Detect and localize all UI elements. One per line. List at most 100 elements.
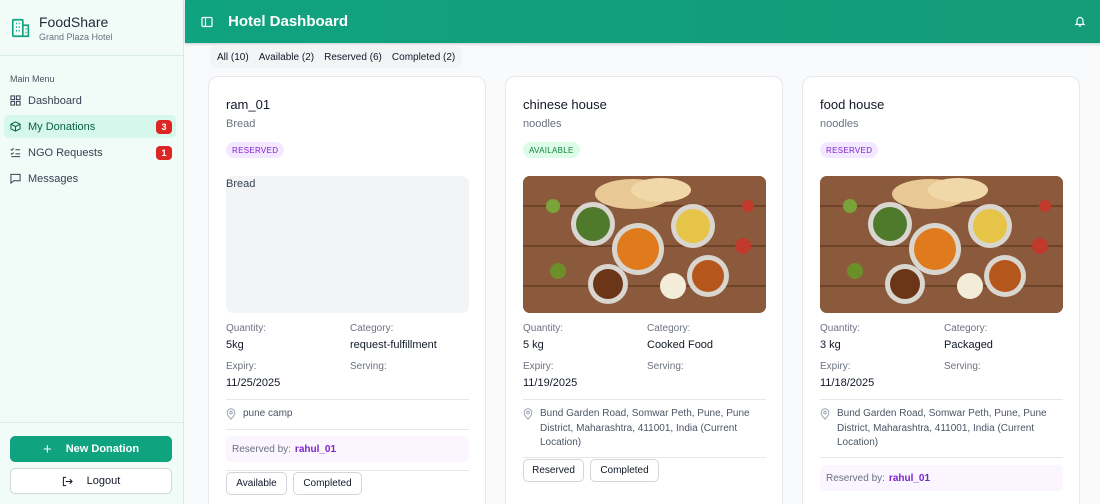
reserved-by-label: Reserved by:: [232, 443, 291, 455]
plus-icon: +: [42, 440, 52, 458]
mark-reserved-button[interactable]: Reserved: [523, 459, 584, 482]
location-text: pune camp: [243, 408, 293, 419]
donation-image: [523, 176, 766, 313]
serving-label: Serving:: [944, 361, 981, 372]
donation-food-item: noodles: [523, 118, 562, 130]
new-donation-label: New Donation: [65, 443, 140, 455]
broken-image-alt-text: Bread: [226, 178, 256, 190]
logout-label: Logout: [86, 475, 121, 487]
donation-food-item: Bread: [226, 118, 256, 130]
expiry-value: 11/19/2025: [523, 377, 578, 389]
serving-label: Serving:: [647, 361, 684, 372]
expiry-label: Expiry:: [523, 361, 554, 372]
location-text: Bund Garden Road, Somwar Peth, Pune, Pun…: [837, 408, 1047, 448]
donation-image: Bread: [226, 176, 469, 313]
filter-tabs: All (10) Available (2) Reserved (6) Comp…: [210, 46, 463, 68]
category-label: Category:: [944, 323, 988, 334]
food-platter-image: [523, 176, 766, 313]
tab-reserved[interactable]: Reserved (6): [319, 46, 387, 68]
mark-completed-button[interactable]: Completed: [293, 472, 362, 495]
map-pin-icon: [226, 408, 236, 420]
sidebar-toggle-icon[interactable]: [201, 16, 213, 28]
quantity-value: 3 kg: [820, 339, 841, 351]
sidebar-footer: + New Donation Logout: [0, 422, 184, 504]
list-check-icon: [10, 148, 21, 158]
sidebar-nav: Dashboard My Donations 3 NGO Requests 1 …: [4, 89, 176, 193]
reserved-by: Reserved by: rahul_01: [820, 465, 1063, 491]
location: pune camp: [226, 407, 458, 422]
message-icon: [10, 173, 21, 184]
expiry-value: 11/18/2025: [820, 377, 875, 389]
divider: [226, 429, 469, 430]
sidebar-item-ngo-requests[interactable]: NGO Requests 1: [4, 141, 176, 164]
reserved-by-label: Reserved by:: [826, 472, 885, 484]
reserved-by-user[interactable]: rahul_01: [889, 473, 930, 484]
map-pin-icon: [820, 408, 830, 420]
sidebar-item-label: Dashboard: [28, 94, 82, 107]
category-label: Category:: [647, 323, 691, 334]
donation-title: chinese house: [523, 97, 607, 112]
building-icon: [11, 18, 30, 37]
mark-available-button[interactable]: Available: [226, 472, 287, 495]
tab-available[interactable]: Available (2): [254, 46, 319, 68]
logout-button[interactable]: Logout: [10, 468, 172, 494]
divider: [523, 457, 766, 458]
category-value: Cooked Food: [647, 339, 714, 351]
tab-completed[interactable]: Completed (2): [387, 46, 460, 68]
package-icon: [10, 121, 21, 132]
donation-food-item: noodles: [820, 118, 859, 130]
donation-card: ram_01 Bread RESERVED Bread Quantity: 5k…: [208, 76, 486, 504]
count-badge: 1: [156, 146, 172, 160]
quantity-label: Quantity:: [523, 323, 564, 334]
sidebar-item-label: NGO Requests: [28, 146, 103, 159]
brand: FoodShare Grand Plaza Hotel: [0, 0, 183, 56]
sidebar: FoodShare Grand Plaza Hotel Main Menu Da…: [0, 0, 184, 504]
divider: [226, 470, 469, 471]
quantity-value: 5kg: [226, 339, 244, 351]
grid-icon: [10, 95, 21, 106]
location: Bund Garden Road, Somwar Peth, Pune, Pun…: [820, 407, 1052, 451]
tab-all[interactable]: All (10): [212, 46, 254, 68]
donation-title: ram_01: [226, 97, 271, 112]
sidebar-item-messages[interactable]: Messages: [4, 167, 176, 190]
logout-icon: [62, 476, 73, 486]
category-value: request-fulfillment: [350, 339, 437, 351]
page-title: Hotel Dashboard: [228, 13, 349, 30]
quantity-value: 5 kg: [523, 339, 544, 351]
serving-label: Serving:: [350, 361, 387, 372]
divider: [523, 399, 766, 400]
status-badge: RESERVED: [820, 142, 879, 158]
new-donation-button[interactable]: + New Donation: [10, 436, 172, 462]
bell-icon[interactable]: [1074, 15, 1086, 27]
brand-subtitle: Grand Plaza Hotel: [39, 31, 113, 42]
quantity-label: Quantity:: [820, 323, 861, 334]
menu-title: Main Menu: [10, 74, 55, 84]
location: Bund Garden Road, Somwar Peth, Pune, Pun…: [523, 407, 755, 451]
donation-card: food house noodles RESERVED Quantity: 3 …: [802, 76, 1080, 504]
brand-name: FoodShare: [39, 13, 109, 30]
donation-card: chinese house noodles AVAILABLE Quantity…: [505, 76, 783, 504]
map-pin-icon: [523, 408, 533, 420]
sidebar-item-dashboard[interactable]: Dashboard: [4, 89, 176, 112]
mark-completed-button[interactable]: Completed: [590, 459, 659, 482]
category-value: Packaged: [944, 339, 993, 351]
top-header: Hotel Dashboard: [185, 0, 1100, 43]
reserved-by: Reserved by: rahul_01: [226, 436, 469, 462]
expiry-label: Expiry:: [226, 361, 257, 372]
divider: [820, 399, 1063, 400]
status-badge: RESERVED: [226, 142, 285, 158]
status-badge: AVAILABLE: [523, 142, 580, 158]
donation-title: food house: [820, 97, 885, 112]
expiry-value: 11/25/2025: [226, 377, 281, 389]
sidebar-item-label: Messages: [28, 172, 79, 185]
divider: [226, 399, 469, 400]
location-text: Bund Garden Road, Somwar Peth, Pune, Pun…: [540, 408, 750, 448]
count-badge: 3: [156, 120, 172, 134]
reserved-by-user[interactable]: rahul_01: [295, 444, 336, 455]
category-label: Category:: [350, 323, 394, 334]
sidebar-item-label: My Donations: [28, 120, 96, 133]
sidebar-item-my-donations[interactable]: My Donations 3: [4, 115, 176, 138]
food-platter-image: [820, 176, 1063, 313]
donation-image: [820, 176, 1063, 313]
expiry-label: Expiry:: [820, 361, 851, 372]
